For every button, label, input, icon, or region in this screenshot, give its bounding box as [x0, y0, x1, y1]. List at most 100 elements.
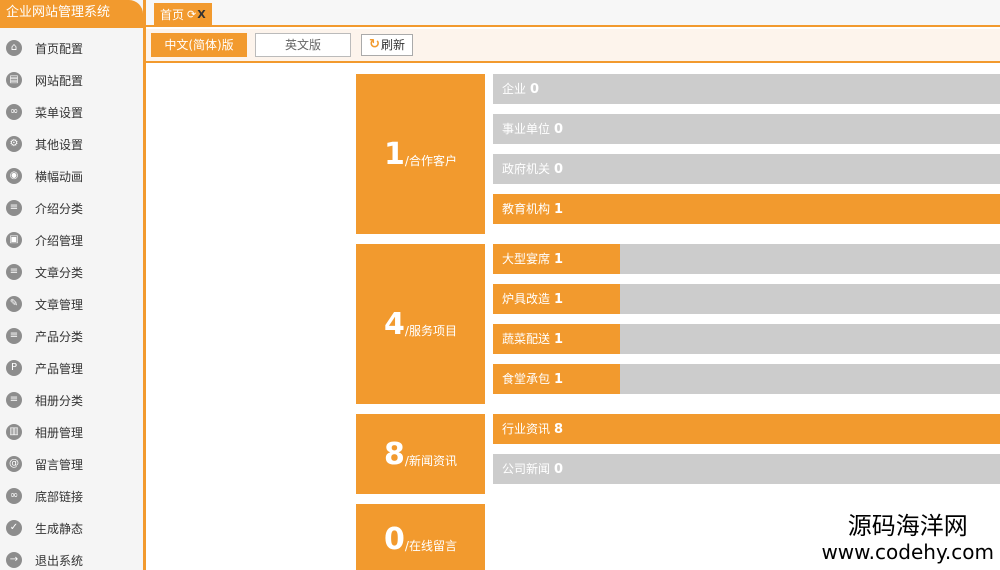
stat-bar-text: 炉具改造 1	[502, 292, 564, 307]
sidebar: 企业网站管理系统 ⌂ 首页配置 ▤ 网站配置 ∞ 菜单设置 ⚙ 其他设置 ◉ 横幅动画 ≡ 介绍分类 ▣…	[0, 0, 146, 570]
album-icon: ▥	[6, 424, 22, 440]
sidebar-item-label: 其他设置	[35, 137, 84, 152]
sidebar-item-2[interactable]: ∞ 菜单设置	[0, 96, 143, 128]
sidebar-item-10[interactable]: P 产品管理	[0, 352, 143, 384]
sidebar-item-0[interactable]: ⌂ 首页配置	[0, 32, 143, 64]
stat-count: 1	[554, 202, 564, 217]
sidebar-item-label: 介绍管理	[35, 233, 84, 248]
sidebar-item-12[interactable]: ▥ 相册管理	[0, 416, 143, 448]
stat-bar: 企业 0	[493, 74, 1000, 104]
stat-bar-text: 政府机关 0	[502, 162, 564, 177]
stat-bar: 行业资讯 8	[493, 414, 1000, 444]
summary-card-0: 1/合作客户	[356, 74, 485, 234]
refresh-button[interactable]: ↻ 刷新	[361, 34, 413, 56]
camera-icon: ◉	[6, 168, 22, 184]
stat-label: 企业	[502, 82, 527, 96]
sidebar-item-9[interactable]: ≡ 产品分类	[0, 320, 143, 352]
app-window: 企业网站管理系统 ⌂ 首页配置 ▤ 网站配置 ∞ 菜单设置 ⚙ 其他设置 ◉ 横幅动画 ≡ 介绍分类 ▣…	[0, 0, 1000, 570]
sidebar-item-label: 介绍分类	[35, 201, 84, 216]
sidebar-item-label: 相册分类	[35, 393, 84, 408]
refresh-icon: ↻	[369, 37, 380, 52]
sidebar-item-label: 相册管理	[35, 425, 84, 440]
sidebar-item-1[interactable]: ▤ 网站配置	[0, 64, 143, 96]
stat-count: 1	[554, 372, 564, 387]
sidebar-item-label: 生成静态	[35, 521, 84, 536]
tab-home[interactable]: 首页 ⟳ X	[154, 3, 212, 27]
tab-bar: 首页 ⟳ X	[146, 0, 1000, 27]
stat-label: 事业单位	[502, 122, 551, 136]
stat-bar: 教育机构 1	[493, 194, 1000, 224]
summary-card-3: 0/在线留言	[356, 504, 485, 570]
sidebar-item-label: 留言管理	[35, 457, 84, 472]
sidebar-item-15[interactable]: ✓ 生成静态	[0, 512, 143, 544]
link-icon: ∞	[6, 488, 22, 504]
stat-bar: 食堂承包 1	[493, 364, 1000, 394]
stat-bar-text: 行业资讯 8	[502, 422, 563, 437]
pages-icon: ▣	[6, 232, 22, 248]
stat-bar: 大型宴席 1	[493, 244, 1000, 274]
watermark-url: www.codehy.com	[821, 540, 994, 564]
summary-count: 4	[384, 306, 405, 342]
stat-bar: 炉具改造 1	[493, 284, 1000, 314]
sidebar-item-11[interactable]: ≡ 相册分类	[0, 384, 143, 416]
summary-label: /服务项目	[404, 323, 457, 338]
stat-count: 1	[554, 252, 564, 267]
summary-label: /在线留言	[404, 538, 457, 553]
sidebar-item-label: 菜单设置	[35, 105, 84, 120]
stat-bar: 公司新闻 0	[493, 454, 1000, 484]
sidebar-item-4[interactable]: ◉ 横幅动画	[0, 160, 143, 192]
stat-label: 炉具改造	[502, 292, 551, 306]
sidebar-item-label: 底部链接	[35, 489, 84, 504]
stat-label: 行业资讯	[502, 422, 551, 436]
list-icon: ≡	[6, 392, 22, 408]
product-icon: P	[6, 360, 22, 376]
stat-label: 教育机构	[502, 202, 551, 216]
stat-bar-text: 企业 0	[502, 82, 540, 97]
gear-icon: ⚙	[6, 136, 22, 152]
stat-bar-text: 大型宴席 1	[502, 252, 564, 267]
tab-label: 首页	[160, 8, 185, 22]
stat-count: 1	[554, 292, 564, 307]
watermark: 源码海洋网 www.codehy.com	[821, 512, 994, 564]
list-icon: ≡	[6, 200, 22, 216]
sidebar-title: 企业网站管理系统	[0, 0, 143, 28]
check-icon: ✓	[6, 520, 22, 536]
link-icon: ∞	[6, 104, 22, 120]
stat-label: 大型宴席	[502, 252, 551, 266]
sidebar-item-label: 首页配置	[35, 41, 84, 56]
sidebar-item-7[interactable]: ≡ 文章分类	[0, 256, 143, 288]
list-icon: ≡	[6, 264, 22, 280]
at-icon: @	[6, 456, 22, 472]
sidebar-menu: ⌂ 首页配置 ▤ 网站配置 ∞ 菜单设置 ⚙ 其他设置 ◉ 横幅动画 ≡ 介绍分类 ▣ 介绍管理 ≡ 文章分类…	[0, 28, 143, 570]
stat-label: 政府机关	[502, 162, 551, 176]
summary-label: /合作客户	[404, 153, 457, 168]
tab-refresh-icon[interactable]: ⟳	[187, 3, 196, 27]
sidebar-item-14[interactable]: ∞ 底部链接	[0, 480, 143, 512]
stat-count: 0	[554, 462, 564, 477]
sidebar-item-13[interactable]: @ 留言管理	[0, 448, 143, 480]
stat-count: 0	[554, 162, 564, 177]
sidebar-item-3[interactable]: ⚙ 其他设置	[0, 128, 143, 160]
stat-bar-text: 食堂承包 1	[502, 372, 564, 387]
stat-bar-text: 事业单位 0	[502, 122, 564, 137]
lang-en-button[interactable]: 英文版	[255, 33, 351, 57]
list-icon: ≡	[6, 328, 22, 344]
sidebar-item-5[interactable]: ≡ 介绍分类	[0, 192, 143, 224]
sidebar-item-label: 横幅动画	[35, 169, 84, 184]
summary-count: 8	[384, 436, 405, 472]
summary-count: 0	[384, 521, 405, 557]
stat-bar-text: 公司新闻 0	[502, 462, 564, 477]
tab-close-icon[interactable]: X	[197, 3, 205, 27]
lang-cn-button[interactable]: 中文(简体)版	[151, 33, 247, 57]
stat-count: 0	[530, 82, 540, 97]
arrow-right-icon: →	[6, 552, 22, 568]
stat-count: 0	[554, 122, 564, 137]
sidebar-item-8[interactable]: ✎ 文章管理	[0, 288, 143, 320]
sidebar-item-6[interactable]: ▣ 介绍管理	[0, 224, 143, 256]
stat-bar-fill	[493, 194, 1000, 224]
document-icon: ▤	[6, 72, 22, 88]
summary-card-2: 8/新闻资讯	[356, 414, 485, 494]
watermark-name: 源码海洋网	[847, 512, 968, 540]
stat-label: 蔬菜配送	[502, 332, 551, 346]
sidebar-item-16[interactable]: → 退出系统	[0, 544, 143, 570]
